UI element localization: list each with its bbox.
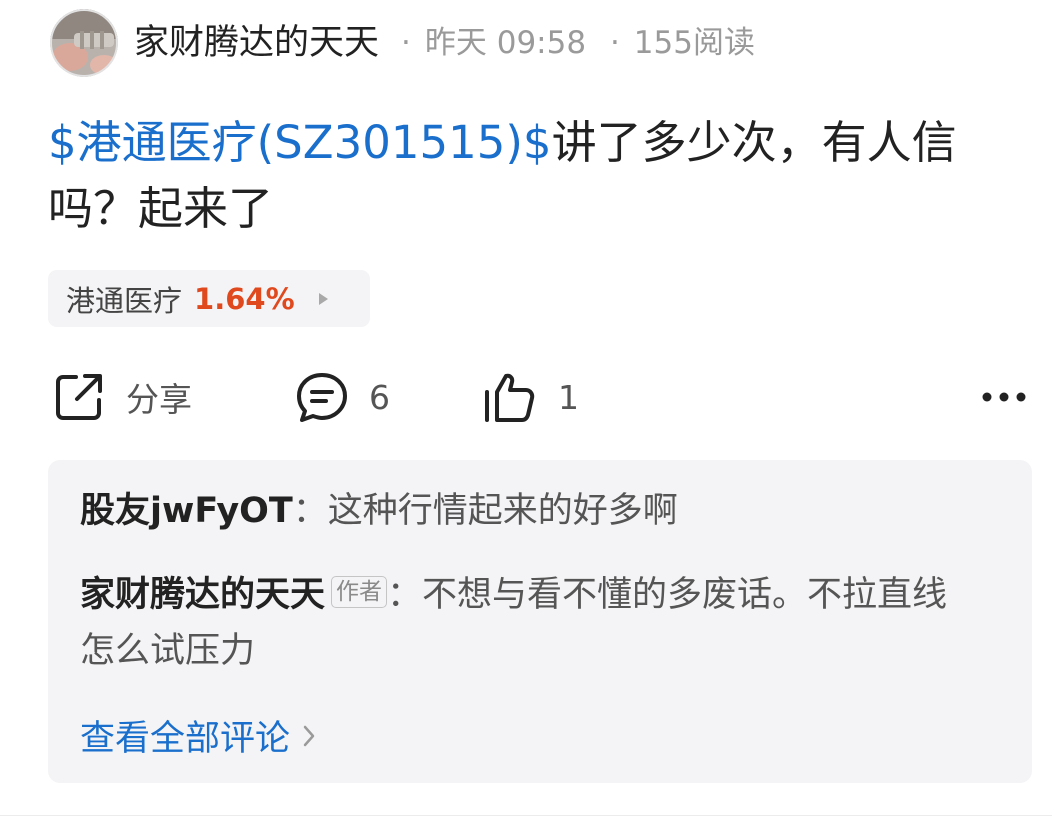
action-bar: 分享 6 1 <box>52 365 1027 429</box>
like-button[interactable]: 1 <box>482 365 579 429</box>
post-content: $港通医疗(SZ301515)$讲了多少次，有人信吗？起来了 <box>48 110 1008 242</box>
author-avatar[interactable] <box>50 9 118 77</box>
avatar-image <box>50 9 118 77</box>
share-icon <box>56 374 102 420</box>
read-count: 155阅读 <box>633 24 755 61</box>
stock-link[interactable]: $港通医疗(SZ301515)$ <box>48 116 552 169</box>
meta-separator: · <box>401 24 411 61</box>
more-icon <box>982 392 1026 402</box>
comment-icon <box>297 373 347 422</box>
comment-user[interactable]: 家财腾达的天天 <box>80 575 325 615</box>
more-button[interactable] <box>981 365 1027 429</box>
stock-name: 港通医疗 <box>66 283 183 318</box>
author-tag: 作者 <box>331 576 388 608</box>
post-header: 家财腾达的天天 · 昨天 09:58 · 155阅读 <box>50 8 1010 78</box>
comment-button[interactable]: 6 <box>295 365 390 429</box>
stock-quote-chip[interactable]: 港通医疗 1.64% <box>48 270 370 327</box>
post-meta: · 昨天 09:58 · 155阅读 <box>401 24 755 61</box>
comment-count: 6 <box>369 377 390 417</box>
like-count: 1 <box>558 377 579 417</box>
comment-text: 这种行情起来的好多啊 <box>327 491 678 531</box>
comment-item[interactable]: 家财腾达的天天 作者 ：不想与看不懂的多废话。不拉直线怎么试压力 <box>80 567 980 679</box>
chevron-right-icon <box>303 725 315 746</box>
stock-change: 1.64% <box>194 281 295 316</box>
comment-colon: ： <box>387 575 423 615</box>
comment-item[interactable]: 股友jwFyOT：这种行情起来的好多啊 <box>80 483 980 539</box>
view-all-comments-link[interactable]: 查看全部评论 <box>80 710 316 761</box>
comments-preview: 股友jwFyOT：这种行情起来的好多啊 家财腾达的天天 作者 ：不想与看不懂的多废话… <box>48 460 1032 783</box>
thumbs-up-icon <box>485 373 535 422</box>
meta-separator: · <box>609 24 620 61</box>
author-name[interactable]: 家财腾达的天天 <box>134 25 379 61</box>
view-all-label: 查看全部评论 <box>80 719 291 759</box>
share-button[interactable]: 分享 <box>52 365 192 429</box>
divider <box>0 815 1052 816</box>
comment-colon: ： <box>292 491 328 531</box>
triangle-right-icon <box>318 292 328 305</box>
comment-user[interactable]: 股友jwFyOT <box>80 491 293 531</box>
post-time: 昨天 09:58 <box>424 24 587 61</box>
share-label: 分享 <box>126 380 192 419</box>
